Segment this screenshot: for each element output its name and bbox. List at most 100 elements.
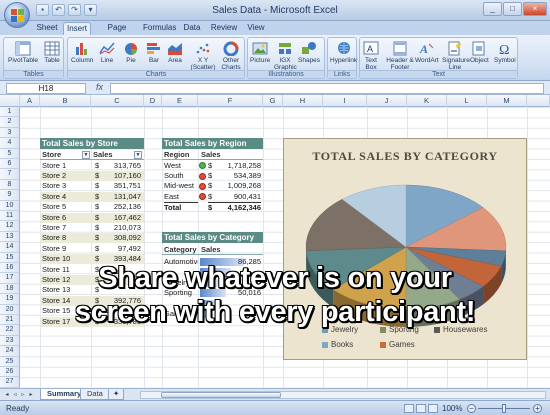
row-header[interactable]: 23 [0,335,20,347]
row-header[interactable]: 2 [0,117,20,128]
symbol-button[interactable]: Ω Symbol [494,41,516,64]
column-header[interactable]: J [367,95,407,107]
store-name-cell[interactable]: Store 3 [42,181,90,191]
picture-button[interactable]: Picture [250,41,270,64]
select-all-corner[interactable] [0,95,20,107]
row-header[interactable]: 12 [0,221,20,232]
store-sales-cell[interactable]: 131,047 [103,192,141,202]
signature-line-button[interactable]: Signature Line [442,41,470,71]
other-charts-button[interactable]: Other Charts [218,41,244,71]
tab-insert[interactable]: Insert [63,22,91,35]
object-button[interactable]: Object [470,41,489,64]
store-name-cell[interactable]: Store 8 [42,233,90,243]
region-sales-cell[interactable]: 1,009,268 [214,181,261,191]
row-header[interactable]: 6 [0,159,20,170]
office-button[interactable] [4,2,30,28]
region-name-cell[interactable]: West [164,161,198,171]
row-header[interactable]: 11 [0,211,20,222]
scrollbar-thumb[interactable] [161,392,281,398]
row-header[interactable]: 9 [0,190,20,201]
row-header[interactable]: 4 [0,138,20,149]
tab-page-layout[interactable]: Page Layout [96,22,138,44]
zoom-level[interactable]: 100% [442,404,462,413]
store-name-cell[interactable]: Store 4 [42,192,90,202]
hyperlink-button[interactable]: Hyperlink [330,41,357,64]
column-header[interactable]: A [20,95,40,107]
region-sales-cell[interactable]: 900,431 [214,192,261,202]
scatter-chart-button[interactable]: X Y (Scatter) [188,41,218,71]
tab-sheet[interactable]: Sheet [34,22,60,35]
formula-input[interactable] [110,83,544,94]
table-button[interactable]: Table [44,41,60,64]
row-header[interactable]: 3 [0,127,20,139]
row-header[interactable]: 8 [0,179,20,191]
row-header[interactable]: 13 [0,231,20,243]
store-name-cell[interactable]: Store 7 [42,223,90,233]
region-name-cell[interactable]: Mid-west [164,181,198,191]
row-header[interactable]: 7 [0,169,20,180]
column-header[interactable]: G [263,95,283,107]
store-sales-cell[interactable]: 308,092 [103,233,141,243]
region-name-cell[interactable]: South [164,171,198,181]
row-header[interactable]: 5 [0,148,20,159]
store-name-cell[interactable]: Store 1 [42,161,90,171]
line-chart-button[interactable]: Line [99,41,115,64]
region-sales-cell[interactable]: 534,389 [214,171,261,181]
normal-view-icon[interactable] [404,404,414,413]
row-header[interactable]: 27 [0,377,20,388]
filter-dropdown-icon[interactable]: ▼ [134,151,142,159]
minimize-button[interactable]: _ [483,2,502,16]
wordart-button[interactable]: A WordArt [415,41,439,64]
store-name-cell[interactable]: Store 5 [42,202,90,212]
store-name-cell[interactable]: Store 6 [42,213,90,223]
region-total-value[interactable]: 4,162,346 [214,202,261,212]
close-button[interactable]: × [523,2,547,16]
tab-data[interactable]: Data [181,22,203,35]
tab-view[interactable]: View [245,22,267,35]
zoom-out-icon[interactable]: − [467,404,476,413]
column-header[interactable]: H [283,95,323,107]
row-header[interactable]: 10 [0,200,20,211]
store-sales-cell[interactable]: 351,751 [103,181,141,191]
store-name-cell[interactable]: Store 2 [42,171,90,181]
region-sales-cell[interactable]: 1,718,258 [214,161,261,171]
next-sheet-icon[interactable]: ▹ [19,391,27,399]
column-header[interactable]: F [198,95,263,107]
store-sales-cell[interactable]: 97,492 [103,244,141,254]
insert-function-button[interactable]: fx [96,82,103,92]
row-header[interactable]: 25 [0,356,20,367]
row-header[interactable]: 14 [0,242,20,253]
column-header-partial[interactable] [527,95,550,107]
pie-chart-button[interactable]: Pie [123,41,139,64]
insert-sheet-icon[interactable]: ✦ [108,389,125,400]
column-header[interactable]: I [323,95,367,107]
store-name-cell[interactable]: Store 9 [42,244,90,254]
bar-chart-button[interactable]: Bar [146,41,162,64]
text-box-button[interactable]: A Text Box [362,41,380,71]
page-layout-view-icon[interactable] [416,404,426,413]
tab-formulas[interactable]: Formulas [143,22,176,35]
row-header[interactable]: 24 [0,346,20,357]
name-box[interactable]: H18 [6,83,86,94]
store-sales-cell[interactable]: 107,160 [103,171,141,181]
column-header[interactable]: M [487,95,527,107]
maximize-button[interactable]: □ [503,2,522,16]
sheet-tab-data[interactable]: Data [80,389,110,400]
store-sales-cell[interactable]: 313,765 [103,161,141,171]
column-header[interactable]: C [91,95,144,107]
filter-dropdown-icon[interactable]: ▼ [82,151,90,159]
column-header[interactable]: K [407,95,447,107]
zoom-slider-thumb[interactable] [502,404,506,413]
igx-graphic-button[interactable]: IGX Graphic [274,41,297,71]
last-sheet-icon[interactable]: ▸ [27,391,35,399]
store-sales-cell[interactable]: 252,136 [103,202,141,212]
shapes-button[interactable]: Shapes [298,41,320,64]
page-break-view-icon[interactable] [428,404,438,413]
column-header[interactable]: B [40,95,91,107]
tab-review[interactable]: Review [209,22,239,35]
column-chart-button[interactable]: Column [71,41,93,64]
store-sales-cell[interactable]: 167,462 [103,213,141,223]
store-sales-cell[interactable]: 210,073 [103,223,141,233]
pivottable-button[interactable]: PivotTable [8,41,38,64]
row-header[interactable]: 1 [0,107,20,118]
